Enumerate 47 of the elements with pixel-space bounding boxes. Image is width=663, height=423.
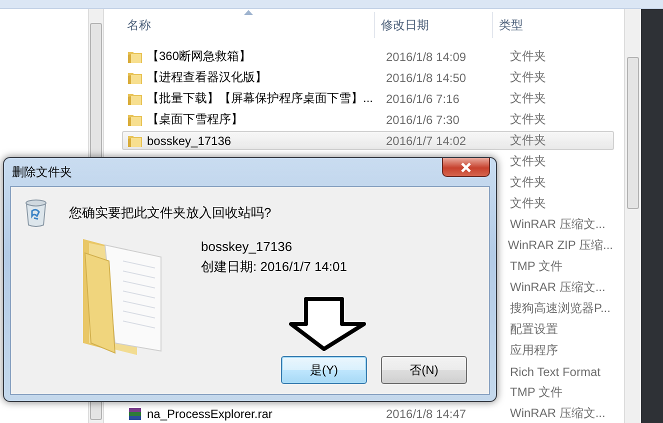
file-name: bosskey_17136 [147,134,232,148]
dialog-button[interactable]: 否(N) [381,356,467,384]
file-type: WinRAR 压缩文... [509,279,606,296]
file-name: 【360断网急救箱】 [147,48,252,65]
column-header[interactable]: 类型 [492,12,622,38]
modified-date: 2016/1/8 14:09 [385,50,468,64]
file-type: 文件夹 [509,48,546,65]
file-name: 【进程查看器汉化版】 [147,69,268,86]
close-button[interactable] [442,158,490,177]
file-type: Rich Text Format [509,364,600,378]
file-type: 文件夹 [509,153,546,170]
archive-icon [127,406,143,422]
file-type: 文件夹 [509,69,546,86]
dialog-button[interactable]: 是(Y) [281,356,367,384]
modified-date: 2016/1/8 14:47 [385,406,468,420]
creation-date: 创建日期: 2016/1/7 14:01 [201,258,347,276]
file-name: na_ProcessExplorer.rar [147,406,274,420]
close-icon [460,162,472,172]
column-header[interactable]: 修改日期 [374,12,492,38]
file-type: 文件夹 [509,132,546,149]
file-type: TMP 文件 [509,384,562,401]
confirm-message: 您确实要把此文件夹放入回收站吗? [69,204,272,222]
sort-arrow-icon [244,10,253,15]
file-type: 文件夹 [509,111,546,128]
scrollbar[interactable] [624,9,641,423]
column-header[interactable]: 名称 [104,16,374,34]
recycle-bin-icon [25,199,47,227]
file-type: TMP 文件 [509,258,562,275]
file-type: 文件夹 [509,195,546,212]
file-name: bosskey_17136 [201,238,294,256]
modified-date: 2016/1/6 7:30 [385,112,460,126]
file-type: 文件夹 [509,90,546,107]
modified-date: 2016/1/7 14:02 [385,134,468,148]
file-type: 配置设置 [509,321,558,338]
file-type: 搜狗高速浏览器P... [509,300,610,317]
file-type: WinRAR 压缩文... [509,405,606,422]
modified-date: 2016/1/6 7:16 [385,92,460,106]
file-type: 文件夹 [509,174,546,191]
file-type: WinRAR ZIP 压缩... [506,237,613,254]
file-name: 【桌面下雪程序】 [147,111,244,128]
file-type: 应用程序 [509,342,558,359]
down-arrow-icon [288,296,368,352]
dialog-title: 删除文件夹 [11,164,72,180]
file-type: WinRAR 压缩文... [509,216,606,233]
selected-row-highlight[interactable]: bosskey_17136 2016/1/7 14:02 文件夹 [122,131,614,150]
file-name: 【批量下载】【屏幕保护程序桌面下雪】... [147,90,374,107]
modified-date: 2016/1/8 14:50 [385,70,468,84]
